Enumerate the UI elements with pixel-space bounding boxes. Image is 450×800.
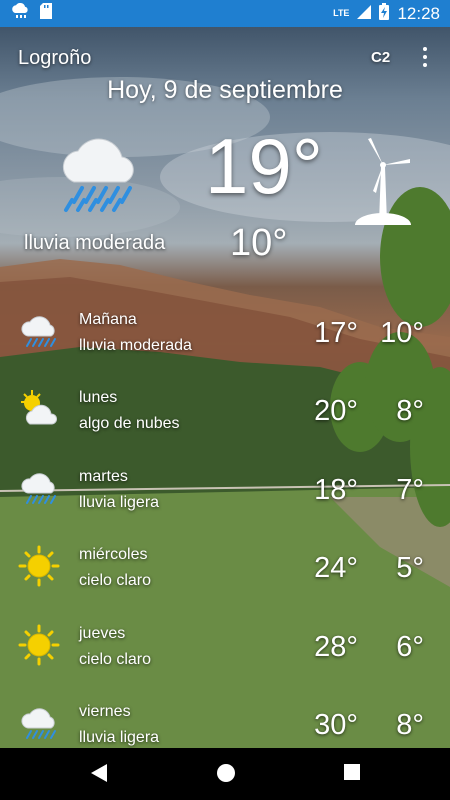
home-icon[interactable] <box>215 762 237 789</box>
forecast-low: 8° <box>396 395 424 427</box>
forecast-high: 24° <box>314 552 358 584</box>
forecast-low: 6° <box>396 631 424 663</box>
forecast-day: martes <box>79 468 128 485</box>
network-type: LTE <box>333 8 350 18</box>
status-bar: LTE 12:28 <box>0 0 450 27</box>
current-date: Hoy, 9 de septiembre <box>107 76 343 104</box>
forecast-high: 20° <box>314 395 358 427</box>
rain-cloud-icon <box>18 310 60 357</box>
forecast-row[interactable]: lunes algo de nubes 20° 8° <box>0 380 450 450</box>
sun-icon <box>18 545 60 592</box>
city-name[interactable]: Logroño <box>18 47 91 70</box>
forecast-low: 10° <box>380 317 424 349</box>
forecast-description: algo de nubes <box>79 415 180 432</box>
forecast-description: lluvia ligera <box>79 729 160 746</box>
more-vert-icon[interactable] <box>418 47 432 69</box>
current-temperature: 19° <box>205 122 323 210</box>
forecast-low: 8° <box>396 709 424 741</box>
units-button[interactable]: C2 <box>371 49 390 66</box>
forecast-low: 5° <box>396 552 424 584</box>
sun-icon <box>18 624 60 671</box>
clock: 12:28 <box>397 3 440 23</box>
forecast-high: 18° <box>314 474 358 506</box>
forecast-row[interactable]: miércoles cielo claro 24° 5° <box>0 537 450 607</box>
sd-card-icon <box>40 3 52 24</box>
forecast-day: viernes <box>79 703 131 720</box>
current-condition: lluvia moderada <box>24 232 166 254</box>
rain-cloud-icon <box>18 467 60 514</box>
recents-icon[interactable] <box>342 762 362 787</box>
forecast-high: 17° <box>314 317 358 349</box>
rain-cloud-icon <box>54 122 146 219</box>
forecast-description: cielo claro <box>79 651 152 668</box>
weather-screen: Logroño C2 Hoy, 9 de septiembre lluvia m… <box>0 27 450 748</box>
forecast-description: lluvia moderada <box>79 337 192 354</box>
forecast-row[interactable]: martes lluvia ligera 18° 7° <box>0 459 450 529</box>
forecast-day: lunes <box>79 389 118 406</box>
forecast-day: miércoles <box>79 546 148 563</box>
rain-cloud-icon <box>18 702 60 749</box>
forecast-high: 30° <box>314 709 358 741</box>
signal-icon <box>357 4 372 24</box>
navigation-bar <box>0 748 450 800</box>
current-low-temperature: 10° <box>230 222 288 264</box>
forecast-day: Mañana <box>79 311 137 328</box>
wind-turbine-icon[interactable] <box>350 135 420 235</box>
forecast-high: 28° <box>314 631 358 663</box>
forecast-day: jueves <box>79 625 126 642</box>
battery-icon <box>379 2 390 25</box>
forecast-description: lluvia ligera <box>79 494 160 511</box>
back-icon[interactable] <box>89 762 109 789</box>
forecast-row[interactable]: jueves cielo claro 28° 6° <box>0 616 450 686</box>
forecast-description: cielo claro <box>79 572 152 589</box>
cloud-rain-icon <box>10 2 30 24</box>
forecast-low: 7° <box>396 474 424 506</box>
forecast-row[interactable]: Mañana lluvia moderada 17° 10° <box>0 302 450 372</box>
sun-cloud-icon <box>18 388 60 435</box>
